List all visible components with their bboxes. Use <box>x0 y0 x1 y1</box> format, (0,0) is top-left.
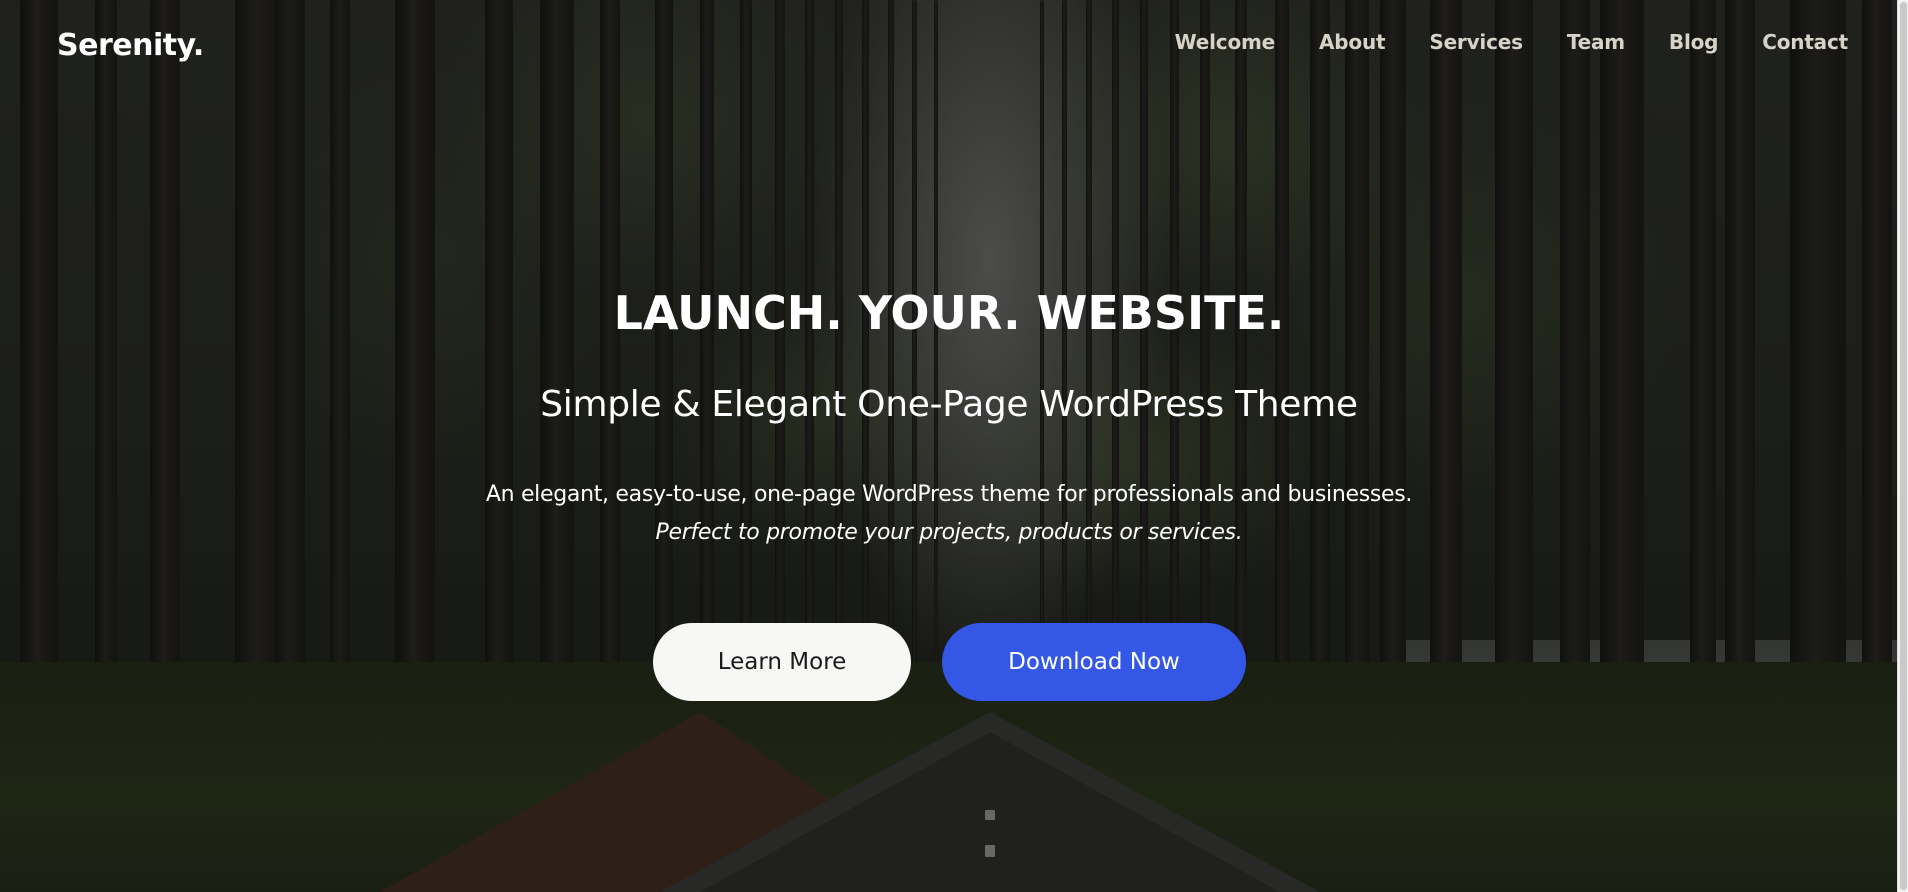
scrollbar-thumb[interactable] <box>1900 2 1907 890</box>
download-now-button[interactable]: Download Now <box>942 623 1246 701</box>
nav-item-contact[interactable]: Contact <box>1762 30 1848 54</box>
hero-subheadline: Simple & Elegant One-Page WordPress Them… <box>540 384 1358 425</box>
hero-description: An elegant, easy-to-use, one-page WordPr… <box>485 482 1413 507</box>
nav-item-welcome[interactable]: Welcome <box>1175 30 1276 54</box>
scrollbar[interactable] <box>1897 0 1908 892</box>
nav-item-blog[interactable]: Blog <box>1669 30 1719 54</box>
learn-more-button[interactable]: Learn More <box>653 623 911 701</box>
site-logo[interactable]: Serenity. <box>57 28 204 63</box>
dark-overlay <box>0 0 1908 892</box>
hero-tagline: Perfect to promote your projects, produc… <box>655 520 1243 545</box>
nav-item-about[interactable]: About <box>1319 30 1386 54</box>
nav-item-services[interactable]: Services <box>1429 30 1523 54</box>
hero-section: Serenity. Welcome About Services Team Bl… <box>0 0 1908 892</box>
hero-headline: LAUNCH. YOUR. WEBSITE. <box>613 286 1285 340</box>
nav-item-team[interactable]: Team <box>1567 30 1625 54</box>
main-nav: Welcome About Services Team Blog Contact <box>1131 30 1849 54</box>
site-header: Serenity. Welcome About Services Team Bl… <box>0 0 1898 92</box>
